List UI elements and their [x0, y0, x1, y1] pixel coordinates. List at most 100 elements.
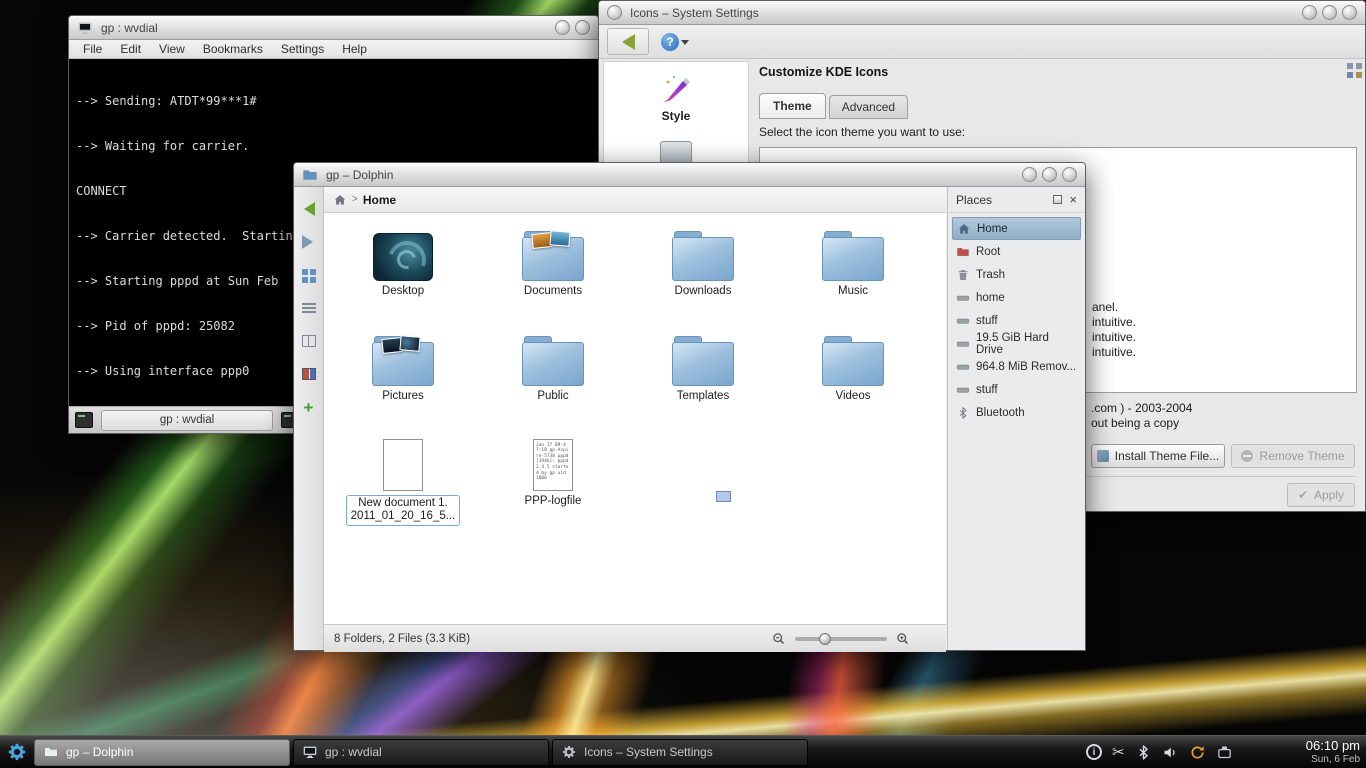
places-panel-header[interactable]: Places ×	[948, 187, 1085, 213]
settings-titlebar[interactable]: Icons – System Settings	[599, 1, 1365, 25]
back-arrow-icon	[614, 34, 635, 50]
remove-theme-label: Remove Theme	[1259, 449, 1344, 463]
tab-theme[interactable]: Theme	[759, 93, 826, 119]
root-folder-icon	[956, 245, 970, 259]
places-item-home[interactable]: Home	[952, 217, 1081, 240]
back-button[interactable]	[607, 28, 649, 55]
sidebar-item-style[interactable]: Style	[662, 109, 691, 123]
folder-icon	[822, 231, 884, 281]
klipper-scissors-icon[interactable]: ✂	[1112, 743, 1125, 761]
zoom-slider-handle[interactable]	[819, 633, 831, 645]
folder-view[interactable]: Desktop Documents Downloads	[324, 213, 946, 624]
icons-view-button[interactable]	[299, 265, 319, 285]
menu-bookmarks[interactable]: Bookmarks	[203, 42, 263, 56]
menu-file[interactable]: File	[83, 42, 102, 56]
places-label: Root	[976, 246, 1000, 258]
close-panel-icon[interactable]: ×	[1069, 193, 1077, 206]
theme-description-fragment: .com ) - 2003-2004	[1091, 401, 1192, 415]
folder-item-templates[interactable]: Templates	[628, 324, 778, 404]
zoom-slider[interactable]	[795, 637, 887, 641]
places-item-removable[interactable]: 964.8 MiB Remov...	[952, 355, 1081, 378]
places-label: Home	[977, 223, 1008, 235]
back-arrow-icon	[297, 202, 315, 216]
terminal-window-title: gp : wvdial	[101, 21, 158, 35]
add-tab-button[interactable]: +	[299, 397, 319, 417]
terminal-titlebar[interactable]: gp : wvdial	[69, 16, 598, 40]
details-view-button[interactable]	[299, 331, 319, 351]
zoom-out-icon[interactable]	[772, 632, 786, 646]
file-item-ppp-logfile[interactable]: Jan 17 09:47:18 gp-Aspire-5738 pppd[1946…	[478, 429, 628, 527]
drive-icon	[956, 314, 970, 328]
drive-icon	[956, 337, 970, 351]
folder-item-pictures[interactable]: Pictures	[328, 324, 478, 404]
new-tab-button[interactable]	[75, 412, 93, 428]
close-button[interactable]	[575, 20, 590, 35]
icon-wrap	[672, 219, 734, 281]
install-theme-label: Install Theme File...	[1115, 449, 1219, 463]
folder-item-public[interactable]: Public	[478, 324, 628, 404]
close-button[interactable]	[1342, 5, 1357, 20]
breadcrumb[interactable]: > Home	[324, 187, 946, 213]
menu-settings[interactable]: Settings	[281, 42, 324, 56]
window-controls	[1302, 5, 1357, 20]
places-item-home-partition[interactable]: home	[952, 286, 1081, 309]
folder-item-videos[interactable]: Videos	[778, 324, 928, 404]
folder-label: Pictures	[382, 390, 424, 404]
maximize-button[interactable]	[555, 20, 570, 35]
digital-clock[interactable]: 06:10 pm Sun, 6 Feb	[1306, 738, 1360, 766]
back-button[interactable]	[299, 199, 319, 219]
forward-button[interactable]	[299, 232, 319, 252]
file-item-new-document[interactable]: New document 1. 2011_01_20_16_5...	[328, 429, 478, 527]
split-view-button[interactable]	[299, 364, 319, 384]
breadcrumb-home[interactable]: Home	[363, 193, 396, 207]
taskbar-item-dolphin[interactable]: gp – Dolphin	[34, 739, 290, 766]
places-item-stuff[interactable]: stuff	[952, 309, 1081, 332]
maximize-button[interactable]	[1042, 167, 1057, 182]
folder-item-desktop[interactable]: Desktop	[328, 219, 478, 299]
folder-label: Desktop	[382, 285, 424, 299]
bluetooth-tray-icon[interactable]	[1135, 744, 1152, 761]
dolphin-titlebar[interactable]: gp – Dolphin	[294, 163, 1085, 187]
taskbar-item-wvdial[interactable]: gp : wvdial	[293, 739, 549, 766]
menu-view[interactable]: View	[159, 42, 185, 56]
drive-icon	[956, 291, 970, 305]
folder-item-documents[interactable]: Documents	[478, 219, 628, 299]
volume-icon[interactable]	[1162, 744, 1179, 761]
theme-list-row-fragment: intuitive.	[1092, 315, 1136, 329]
task-label: gp : wvdial	[325, 745, 382, 759]
places-item-root[interactable]: Root	[952, 240, 1081, 263]
device-notifier-icon[interactable]	[1216, 744, 1233, 761]
places-label: stuff	[976, 315, 998, 327]
places-item-trash[interactable]: Trash	[952, 263, 1081, 286]
terminal-tab[interactable]: gp : wvdial	[101, 410, 273, 431]
zoom-in-icon[interactable]	[896, 632, 910, 646]
app-launcher-button[interactable]	[3, 739, 30, 766]
icon-wrap	[372, 324, 434, 386]
maximize-button[interactable]	[1322, 5, 1337, 20]
remove-theme-button[interactable]: Remove Theme	[1231, 444, 1355, 468]
install-theme-button[interactable]: Install Theme File...	[1091, 444, 1225, 468]
help-button[interactable]: ?	[661, 33, 689, 51]
compact-view-button[interactable]	[299, 298, 319, 318]
minimize-button[interactable]	[1022, 167, 1037, 182]
close-button[interactable]	[1062, 167, 1077, 182]
undock-icon[interactable]	[1053, 195, 1062, 204]
sidebar-item-partial-icon[interactable]	[660, 141, 692, 164]
menu-edit[interactable]: Edit	[120, 42, 141, 56]
window-menu-button[interactable]	[607, 5, 622, 20]
places-item-hard-drive[interactable]: 19.5 GiB Hard Drive	[952, 332, 1081, 355]
overview-grid-icon[interactable]	[1347, 63, 1353, 69]
settings-task-icon	[561, 744, 577, 760]
folder-item-downloads[interactable]: Downloads	[628, 219, 778, 299]
notifications-icon[interactable]: i	[1086, 744, 1102, 760]
taskbar-item-system-settings[interactable]: Icons – System Settings	[552, 739, 808, 766]
places-item-bluetooth[interactable]: Bluetooth	[952, 401, 1081, 424]
tab-advanced[interactable]: Advanced	[829, 95, 908, 119]
apply-button[interactable]: ✔ Apply	[1287, 483, 1355, 507]
network-sync-icon[interactable]	[1189, 744, 1206, 761]
places-item-stuff-2[interactable]: stuff	[952, 378, 1081, 401]
menu-help[interactable]: Help	[342, 42, 367, 56]
minimize-button[interactable]	[1302, 5, 1317, 20]
folder-item-music[interactable]: Music	[778, 219, 928, 299]
folder-icon	[672, 231, 734, 281]
